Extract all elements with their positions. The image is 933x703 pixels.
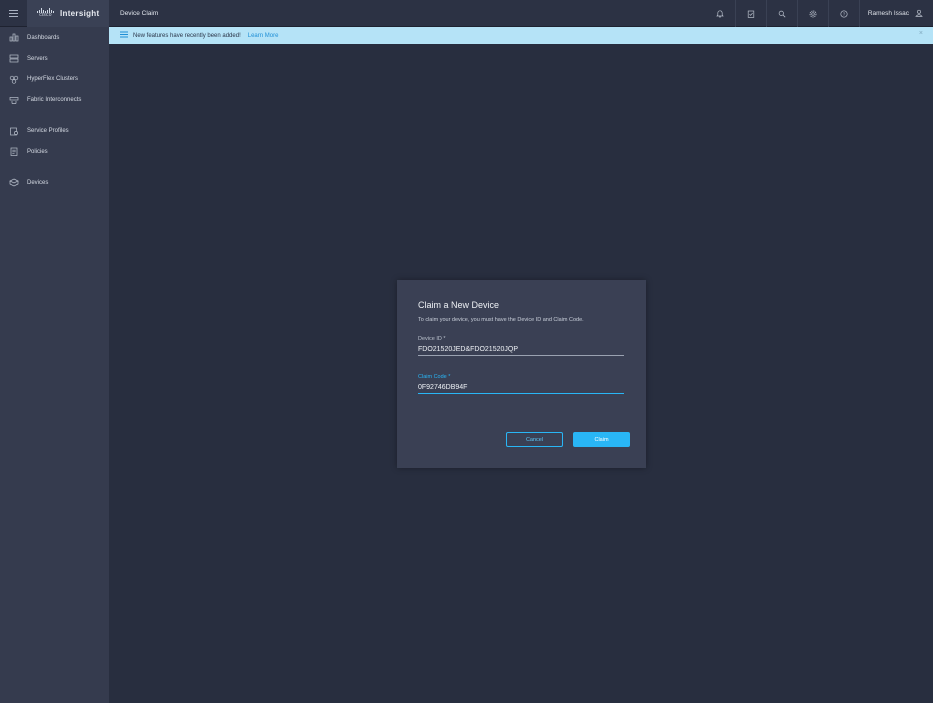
device-id-label: Device ID * [418, 336, 446, 342]
fabric-icon [9, 95, 19, 105]
user-icon [915, 9, 923, 19]
sidebar-item-dashboards[interactable]: Dashboards [0, 28, 109, 49]
sidebar-item-devices[interactable]: Devices [0, 172, 109, 193]
sidebar-item-label: Service Profiles [27, 128, 69, 135]
banner-message: New features have recently been added! [133, 32, 241, 39]
sidebar-item-policies[interactable]: Policies [0, 141, 109, 162]
dialog-description: To claim your device, you must have the … [418, 317, 584, 323]
list-icon [120, 31, 128, 40]
gear-icon[interactable] [798, 0, 829, 27]
sidebar-item-label: HyperFlex Clusters [27, 76, 79, 83]
sidebar-item-label: Devices [27, 179, 49, 186]
claim-code-input[interactable] [418, 382, 624, 394]
clipboard-check-icon[interactable] [736, 0, 767, 27]
dashboard-icon [9, 33, 19, 43]
learn-more-link[interactable]: Learn More [248, 33, 279, 39]
device-id-input[interactable] [418, 344, 624, 356]
help-icon[interactable]: ? [829, 0, 860, 27]
cluster-icon [9, 74, 19, 84]
devices-icon [9, 178, 19, 188]
user-menu[interactable]: Ramesh Issac [860, 9, 933, 19]
sidebar-item-label: Dashboards [27, 34, 60, 41]
topbar-actions: ? Ramesh Issac [705, 0, 933, 27]
page-title: Device Claim [120, 9, 159, 17]
svg-text:?: ? [843, 11, 846, 16]
brand[interactable]: cisco Intersight [27, 0, 109, 27]
claim-code-label: Claim Code * [418, 374, 451, 380]
sidebar-item-hyperflex-clusters[interactable]: HyperFlex Clusters [0, 69, 109, 90]
user-name: Ramesh Issac [867, 10, 909, 17]
cancel-button[interactable]: Cancel [506, 432, 563, 447]
bell-icon[interactable] [705, 0, 736, 27]
sidebar-item-label: Fabric Interconnects [27, 97, 82, 104]
feature-banner: New features have recently been added! L… [109, 27, 933, 44]
brand-name: Intersight [60, 8, 100, 18]
sidebar-item-label: Servers [27, 55, 48, 62]
close-icon[interactable]: × [919, 30, 923, 37]
service-profile-icon [9, 126, 19, 136]
claim-button[interactable]: Claim [573, 432, 630, 447]
dialog-title: Claim a New Device [418, 300, 500, 310]
policy-icon [9, 147, 19, 157]
sidebar-item-service-profiles[interactable]: Service Profiles [0, 121, 109, 142]
cisco-logo: cisco [37, 8, 54, 18]
menu-icon[interactable] [0, 0, 27, 27]
claim-device-dialog: Claim a New Device To claim your device,… [397, 280, 646, 468]
top-bar: cisco Intersight Device Claim ? Ramesh I… [0, 0, 933, 27]
sidebar-item-servers[interactable]: Servers [0, 48, 109, 69]
server-icon [9, 54, 19, 64]
sidebar-item-fabric-interconnects[interactable]: Fabric Interconnects [0, 90, 109, 111]
sidebar: Dashboards Servers HyperFlex Clusters Fa… [0, 27, 109, 703]
sidebar-item-label: Policies [27, 148, 48, 155]
search-icon[interactable] [767, 0, 798, 27]
cisco-logo-text: cisco [39, 12, 52, 18]
